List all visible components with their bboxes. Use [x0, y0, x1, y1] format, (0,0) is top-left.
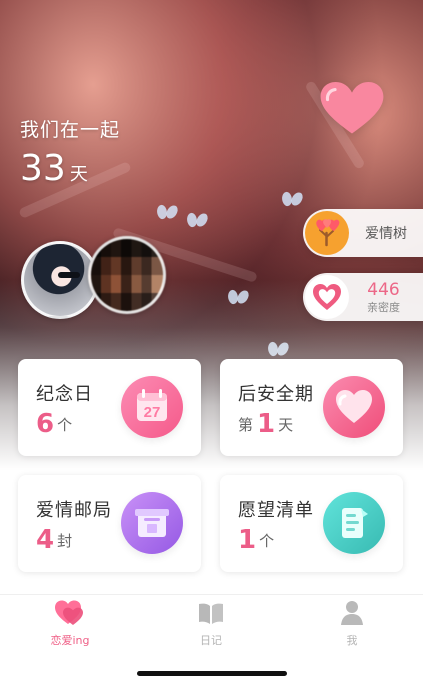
love-tree-button[interactable]: 爱情树 — [303, 209, 423, 257]
love-post-card[interactable]: 爱情邮局 4封 — [18, 475, 201, 572]
safe-period-title: 后安全期 — [238, 384, 314, 405]
together-days-number: 33 — [20, 148, 66, 189]
me-tab-svg — [341, 601, 363, 625]
avatar-eye-detail — [58, 272, 80, 278]
love-tree-svg — [316, 219, 340, 247]
love-tab-svg — [55, 600, 83, 625]
anniversary-card[interactable]: 纪念日 6个 27 — [18, 359, 201, 456]
love-tree-label: 爱情树 — [365, 226, 407, 242]
butterfly-decoration — [157, 205, 177, 219]
tab-diary[interactable]: 日记 — [166, 598, 256, 654]
mailbox-icon — [121, 492, 183, 554]
couple-home-screen: 我们在一起 33 天 爱情树 446 亲密度 纪念日 6 个 27 后安全期 第… — [0, 0, 423, 687]
wish-list-card[interactable]: 愿望清单 1个 — [220, 475, 403, 572]
intimacy-heart-svg — [313, 284, 341, 310]
wish-list-svg — [342, 508, 368, 538]
intimacy-value: 446 — [367, 279, 400, 300]
partner-avatar-right[interactable] — [88, 236, 166, 314]
love-post-count: 4封 — [36, 525, 72, 555]
tab-diary-label: 日记 — [200, 634, 222, 647]
book-icon — [193, 598, 229, 628]
anniversary-title: 纪念日 — [36, 384, 93, 405]
love-post-title: 爱情邮局 — [36, 500, 112, 521]
tab-me-label: 我 — [346, 634, 358, 647]
partner-avatar-left[interactable] — [21, 241, 99, 319]
butterfly-decoration — [228, 290, 248, 304]
heart-card-svg — [336, 390, 372, 423]
heart-icon — [323, 376, 385, 438]
butterfly-decoration — [282, 192, 302, 206]
tab-love[interactable]: 恋爱ing — [25, 598, 115, 654]
wish-list-unit: 个 — [259, 532, 275, 550]
safe-period-count: 第1天 — [238, 409, 293, 439]
intimacy-label: 亲密度 — [367, 300, 400, 314]
mailbox-svg — [135, 509, 169, 537]
anniversary-number: 6 — [36, 409, 55, 439]
calendar-icon: 27 — [121, 376, 183, 438]
safe-period-number: 1 — [257, 409, 276, 439]
heart-icon — [320, 82, 384, 134]
safe-period-prefix: 第 — [238, 416, 254, 434]
tab-love-label: 恋爱ing — [50, 634, 90, 647]
calendar-day: 27 — [144, 404, 161, 421]
together-title: 我们在一起 — [20, 119, 121, 141]
butterfly-decoration — [187, 213, 207, 227]
love-post-unit: 封 — [57, 532, 73, 550]
anniversary-count: 6个 — [36, 409, 72, 439]
calendar-svg: 27 — [137, 389, 167, 421]
safe-period-card[interactable]: 后安全期 第1天 — [220, 359, 403, 456]
wish-list-count: 1个 — [238, 525, 274, 555]
tab-me[interactable]: 我 — [307, 598, 397, 654]
together-days-count: 33 天 — [20, 148, 88, 189]
wish-list-icon — [323, 492, 385, 554]
intimacy-info: 446 亲密度 — [367, 279, 400, 314]
wish-list-number: 1 — [238, 525, 257, 555]
butterfly-decoration — [268, 342, 288, 356]
together-days-unit: 天 — [69, 164, 88, 185]
intimacy-button[interactable]: 446 亲密度 — [303, 273, 423, 321]
diary-tab-svg — [199, 603, 223, 624]
anniversary-unit: 个 — [57, 416, 73, 434]
safe-period-unit: 天 — [278, 416, 294, 434]
love-tree-icon — [305, 211, 349, 255]
heart-outline-icon — [305, 275, 349, 319]
home-indicator[interactable] — [137, 671, 287, 676]
love-post-number: 4 — [36, 525, 55, 555]
heart-tab-icon — [52, 598, 88, 628]
wish-list-title: 愿望清单 — [238, 500, 314, 521]
person-icon — [334, 598, 370, 628]
